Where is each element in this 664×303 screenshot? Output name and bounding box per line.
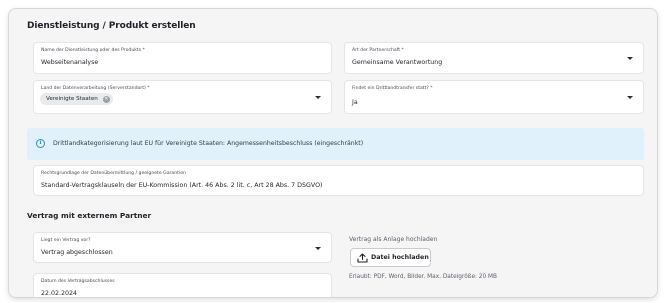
partnership-value: Gemeinsame Verantwortung — [352, 59, 443, 66]
contract-status-select[interactable]: Liegt ein Vertrag vor? Vertrag abgeschlo… — [33, 232, 332, 263]
upload-button-label: Datei hochladen — [371, 254, 429, 261]
contract-date-field[interactable]: Datum des Vertragsabschlusses 22.02.2024 — [33, 273, 332, 297]
partnership-label: Art der Partnerschaft * — [352, 48, 404, 53]
upload-icon — [357, 253, 368, 263]
service-name-value[interactable]: Webseitenanalyse — [41, 59, 98, 66]
service-name-field[interactable]: Name der Dienstleistung oder des Produkt… — [33, 42, 332, 74]
info-icon: i — [36, 139, 45, 148]
upload-button[interactable]: Datei hochladen — [350, 248, 431, 267]
third-country-transfer-value: Ja — [352, 99, 358, 106]
contract-date-value[interactable]: 22.02.2024 — [41, 290, 77, 297]
upload-label: Vertrag als Anlage hochladen — [349, 236, 438, 243]
legal-basis-field[interactable]: Rechtsgrundlage der Datenübermittlung / … — [33, 165, 644, 196]
remove-chip-icon[interactable]: ✕ — [102, 95, 110, 103]
chevron-down-icon[interactable] — [627, 96, 633, 99]
service-name-label: Name der Dienstleistung oder des Produkt… — [41, 48, 145, 53]
contract-status-value: Vertrag abgeschlossen — [41, 249, 113, 256]
page-title: Dienstleistung / Produkt erstellen — [27, 21, 196, 31]
chevron-down-icon[interactable] — [627, 57, 633, 60]
info-banner: i Drittlandkategorisierung laut EU für V… — [27, 128, 644, 160]
contract-status-label: Liegt ein Vertrag vor? — [41, 238, 91, 243]
legal-basis-label: Rechtsgrundlage der Datenübermittlung / … — [41, 171, 186, 176]
country-chip: Vereinigte Staaten ✕ — [40, 93, 113, 105]
contract-date-label: Datum des Vertragsabschlusses — [41, 279, 115, 284]
legal-basis-value[interactable]: Standard-Vertragsklauseln der EU-Kommiss… — [41, 182, 323, 189]
contract-section-title: Vertrag mit externem Partner — [27, 211, 152, 220]
form-panel: Dienstleistung / Produkt erstellen Name … — [8, 8, 658, 298]
upload-hint: Erlaubt: PDF, Word, Bilder. Max. Dateigr… — [349, 274, 498, 280]
partnership-select[interactable]: Art der Partnerschaft * Gemeinsame Veran… — [344, 42, 644, 74]
info-banner-text: Drittlandkategorisierung laut EU für Ver… — [53, 140, 364, 147]
chevron-down-icon[interactable] — [315, 96, 321, 99]
third-country-transfer-label: Findet ein Drittlandtransfer statt? * — [352, 86, 433, 91]
processing-country-select[interactable]: Land der Datenverarbeitung (Serverstando… — [33, 80, 332, 114]
country-chip-label: Vereinigte Staaten — [46, 96, 98, 102]
processing-country-label: Land der Datenverarbeitung (Serverstando… — [41, 86, 150, 91]
third-country-transfer-select[interactable]: Findet ein Drittlandtransfer statt? * Ja — [344, 80, 644, 114]
chevron-down-icon[interactable] — [315, 247, 321, 250]
